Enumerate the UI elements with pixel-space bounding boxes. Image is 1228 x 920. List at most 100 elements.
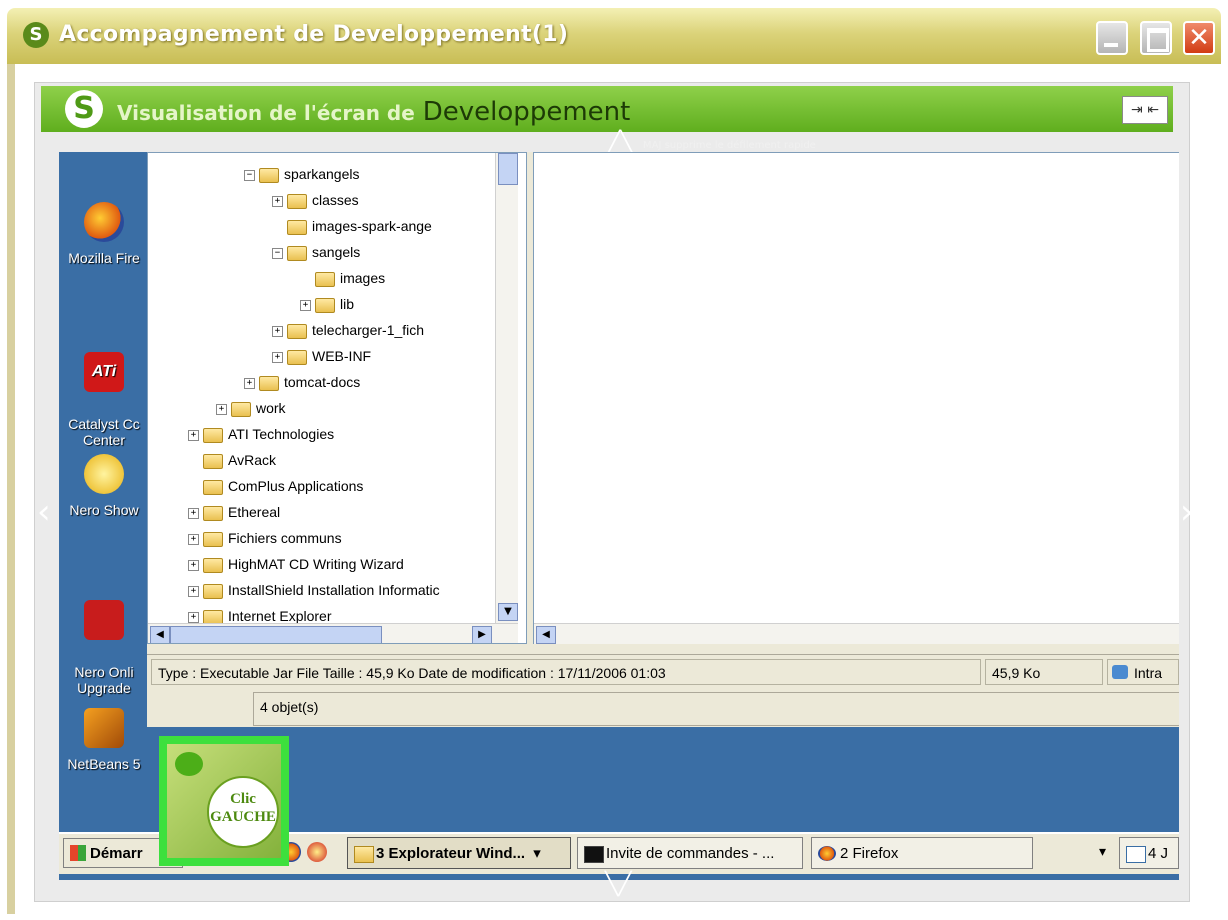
- desktop-icon-label: Nero Show: [69, 502, 139, 518]
- expand-icon[interactable]: +: [216, 403, 227, 415]
- scroll-right-arrow-icon[interactable]: ▶: [472, 626, 492, 643]
- folder-tree[interactable]: − sparkangels + classes images-spark-ange − sa…: [147, 152, 527, 644]
- folder-icon: [287, 245, 307, 261]
- minimize-button[interactable]: [1096, 21, 1128, 55]
- expand-icon[interactable]: +: [272, 325, 283, 337]
- task-command-prompt[interactable]: Invite de commandes - ...: [577, 837, 803, 869]
- folder-icon: [287, 349, 307, 365]
- sparkangels-logo-icon: S: [23, 22, 49, 48]
- file-details-text: Type : Executable Jar File Taille : 45,9…: [151, 659, 981, 685]
- desktop-icon-label: NetBeans 5: [67, 756, 141, 772]
- tree-item[interactable]: images-spark-ange: [272, 213, 432, 239]
- desktop-icon-catalyst[interactable]: ATi Catalyst Cc Center: [59, 336, 149, 464]
- tree-item-label: HighMAT CD Writing Wizard: [228, 556, 404, 572]
- expand-icon[interactable]: +: [244, 377, 255, 389]
- expand-icon[interactable]: +: [188, 533, 199, 545]
- nero-showtime-icon: [84, 454, 124, 494]
- expand-icon[interactable]: +: [188, 429, 199, 441]
- task-label: 2 Firefox: [840, 845, 899, 862]
- tree-item[interactable]: + classes: [272, 187, 359, 213]
- folder-icon: [203, 505, 223, 521]
- expand-icon[interactable]: +: [188, 507, 199, 519]
- tree-item-label: WEB-INF: [312, 348, 372, 364]
- ati-catalyst-icon: ATi: [84, 352, 124, 392]
- fullscreen-toggle-button[interactable]: ⇥ ⇤: [1122, 96, 1168, 124]
- tree-horizontal-scrollbar[interactable]: ◀ ▶: [148, 623, 518, 643]
- expand-icon[interactable]: +: [188, 559, 199, 571]
- file-list-horizontal-scrollbar[interactable]: ◀: [534, 623, 1179, 644]
- expand-icon[interactable]: +: [272, 351, 283, 363]
- expand-icon[interactable]: +: [272, 195, 283, 207]
- maximize-button[interactable]: [1140, 21, 1172, 55]
- close-button[interactable]: ✕: [1183, 21, 1215, 55]
- scrollbar-thumb[interactable]: [170, 626, 382, 643]
- fast-scroll-hint: MAJ supprime le défilement rapide: [643, 140, 816, 151]
- file-size-text: 45,9 Ko: [985, 659, 1103, 685]
- tree-item[interactable]: + lib: [300, 291, 354, 317]
- desktop-icon-netbeans[interactable]: NetBeans 5: [59, 708, 149, 772]
- remote-screen[interactable]: Mozilla Fire ATi Catalyst Cc Center Nero…: [59, 152, 1179, 880]
- tree-item[interactable]: + ATI Technologies: [188, 421, 334, 447]
- tree-item-label: lib: [340, 296, 355, 312]
- tree-item[interactable]: + tomcat-docs: [244, 369, 360, 395]
- start-label: Démarr: [90, 845, 143, 862]
- folder-icon: [315, 297, 335, 313]
- tree-item[interactable]: + HighMAT CD Writing Wizard: [188, 551, 404, 577]
- window-icon: [1126, 846, 1146, 863]
- expand-icon[interactable]: +: [188, 585, 199, 597]
- scroll-left-arrow-icon[interactable]: ◀: [536, 626, 556, 644]
- scroll-left-arrow-icon[interactable]: ◀: [150, 626, 170, 643]
- chevron-down-icon[interactable]: ▾: [1099, 844, 1106, 860]
- tree-item-label: telecharger-1_fich: [312, 322, 425, 338]
- quicklaunch-media-icon[interactable]: [307, 842, 327, 862]
- zone-text: Intra: [1107, 659, 1179, 685]
- expand-icon: [188, 456, 199, 467]
- chevron-down-icon[interactable]: ▾: [533, 845, 541, 862]
- task-explorer[interactable]: 3 Explorateur Wind... ▾: [347, 837, 571, 869]
- tree-item[interactable]: AvRack: [188, 447, 276, 473]
- tree-item[interactable]: + telecharger-1_fich: [272, 317, 424, 343]
- scroll-right-arrow-icon[interactable]: ›: [1180, 492, 1194, 532]
- scroll-down-arrow-icon[interactable]: ╲╱: [605, 872, 632, 897]
- tree-item[interactable]: − sangels: [272, 239, 360, 265]
- tree-item-label: Ethereal: [228, 504, 281, 520]
- tree-vertical-scrollbar[interactable]: ▼: [495, 153, 518, 623]
- tree-item[interactable]: + WEB-INF: [272, 343, 371, 369]
- scroll-left-arrow-icon[interactable]: ‹: [37, 492, 51, 532]
- file-list-pane[interactable]: ◀: [533, 152, 1179, 644]
- close-icon: ✕: [1188, 23, 1210, 53]
- tree-item-label: InstallShield Installation Informatic: [228, 582, 440, 598]
- tree-item[interactable]: + Fichiers communs: [188, 525, 342, 551]
- tree-item[interactable]: + InstallShield Installation Informatic: [188, 577, 440, 603]
- scroll-up-arrow-icon[interactable]: ╱╲: [607, 133, 634, 155]
- task-label: Invite de commandes - ...: [606, 845, 775, 862]
- tree-item[interactable]: ComPlus Applications: [188, 473, 363, 499]
- tree-item[interactable]: + work: [216, 395, 286, 421]
- frog-mascot-icon: [175, 752, 203, 776]
- folder-icon: [287, 193, 307, 209]
- scrollbar-thumb[interactable]: [498, 153, 518, 185]
- sparkangels-header-logo-icon: S: [65, 90, 103, 128]
- collapse-icon[interactable]: −: [272, 247, 283, 259]
- desktop-icon-firefox[interactable]: Mozilla Fire: [59, 202, 149, 266]
- expand-icon[interactable]: +: [300, 299, 311, 311]
- tree-item[interactable]: − sparkangels: [244, 161, 360, 187]
- tree-item-label: sparkangels: [284, 166, 360, 182]
- window-titlebar[interactable]: S Accompagnement de Developpement(1) ✕: [7, 8, 1221, 64]
- folder-icon: [259, 375, 279, 391]
- tree-item[interactable]: + Ethereal: [188, 499, 280, 525]
- tree-item[interactable]: images: [300, 265, 385, 291]
- scroll-down-arrow-icon[interactable]: ▼: [498, 603, 518, 621]
- sparkangels-window: S Accompagnement de Developpement(1) ✕ S…: [0, 0, 1228, 920]
- desktop-icon-nero-upgrade[interactable]: Nero Onli Upgrade: [59, 584, 149, 712]
- task-firefox[interactable]: 2 Firefox: [811, 837, 1033, 869]
- details-status-bar: Type : Executable Jar File Taille : 45,9…: [147, 654, 1179, 689]
- task-java[interactable]: 4 J: [1119, 837, 1179, 869]
- viewer-header-target: Developpement: [422, 97, 631, 127]
- task-label: 4 J: [1148, 845, 1169, 862]
- folder-icon: [203, 479, 223, 495]
- expand-icon[interactable]: +: [188, 611, 199, 623]
- left-click-indicator: Clic GAUCHE: [159, 736, 289, 866]
- collapse-icon[interactable]: −: [244, 169, 255, 181]
- desktop-icon-nero-show[interactable]: Nero Show: [59, 454, 149, 518]
